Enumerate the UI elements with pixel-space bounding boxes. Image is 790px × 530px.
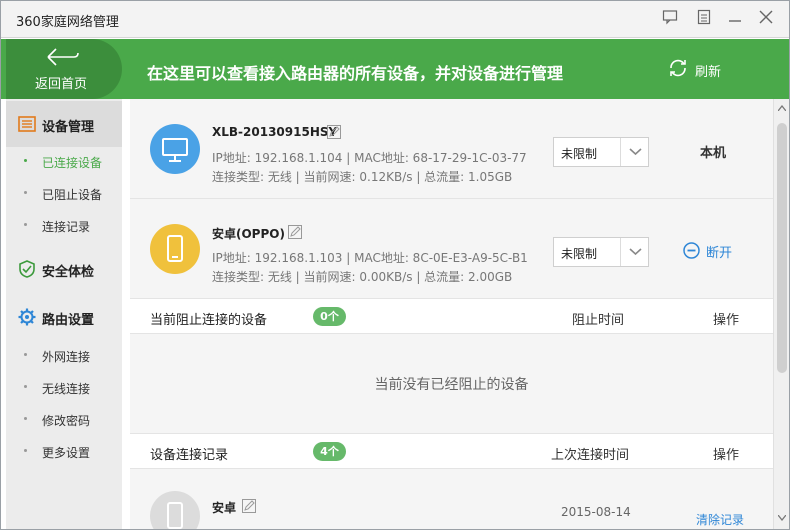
edit-icon[interactable]: [288, 225, 302, 239]
bullet-icon: [24, 223, 27, 226]
refresh-label: 刷新: [695, 65, 722, 80]
scroll-up-icon[interactable]: [778, 105, 786, 111]
device-address: IP地址: 192.168.1.103 | MAC地址: 8C-0E-E3-A9…: [212, 251, 528, 265]
device-address: IP地址: 192.168.1.104 | MAC地址: 68-17-29-1C…: [212, 151, 527, 165]
edit-icon[interactable]: [327, 125, 341, 139]
count-badge: 4个: [313, 442, 346, 461]
count-badge: 0个: [313, 307, 346, 326]
bullet-icon: [24, 353, 27, 356]
chevron-down-icon: [620, 138, 649, 166]
column-header-action: 操作: [713, 313, 740, 328]
home-label: 返回首页: [34, 77, 87, 92]
disconnect-button[interactable]: 断开: [683, 242, 753, 262]
device-connection-info: 连接类型: 无线 | 当前网速: 0.12KB/s | 总流量: 1.05GB: [212, 170, 513, 184]
edit-icon[interactable]: [242, 499, 256, 513]
speed-limit-select[interactable]: 未限制: [553, 237, 649, 267]
section-title: 设备连接记录: [150, 448, 229, 463]
connection-history-header: 设备连接记录 4个 上次连接时间 操作: [130, 434, 773, 469]
bullet-icon: [24, 191, 27, 194]
speed-limit-value: 未限制: [561, 147, 598, 161]
bullet-icon: [24, 385, 27, 388]
device-name: XLB-20130915HSY: [212, 125, 338, 139]
bullet-icon: [24, 417, 27, 420]
device-avatar: [150, 224, 200, 274]
header-bar: 返回首页 在这里可以查看接入路由器的所有设备，并对设备进行管理 刷新: [1, 39, 789, 99]
scroll-down-icon[interactable]: [778, 515, 786, 521]
device-list-panel: XLB-20130915HSY IP地址: 192.168.1.104 | MA…: [130, 99, 773, 529]
header-message: 在这里可以查看接入路由器的所有设备，并对设备进行管理: [147, 64, 564, 83]
phone-icon: [167, 502, 183, 529]
bullet-icon: [24, 159, 27, 162]
sidebar-item-label: 无线连接: [42, 382, 91, 396]
local-device-label: 本机: [700, 146, 727, 161]
device-row: 安卓(OPPO) IP地址: 192.168.1.103 | MAC地址: 8C…: [130, 199, 773, 299]
speed-limit-value: 未限制: [561, 247, 598, 261]
column-header-time: 上次连接时间: [551, 448, 630, 463]
device-name: 安卓(OPPO): [212, 227, 285, 241]
app-window: 360家庭网络管理 返回首页 在这里可以查看接入路由器的所有设备，并对设备进行管…: [0, 0, 790, 530]
sidebar-group-router-settings[interactable]: 路由设置: [6, 294, 122, 340]
menu-icon[interactable]: [694, 9, 714, 29]
column-header-time: 阻止时间: [572, 313, 625, 328]
sidebar-item-password[interactable]: 修改密码: [6, 404, 122, 434]
refresh-button[interactable]: 刷新: [667, 57, 747, 81]
sidebar-item-blocked-devices[interactable]: 已阻止设备: [6, 178, 122, 208]
sidebar-item-label: 外网连接: [42, 350, 91, 364]
device-avatar: [150, 491, 200, 529]
sidebar-item-label: 已连接设备: [42, 156, 103, 170]
sidebar-item-wan[interactable]: 外网连接: [6, 340, 122, 370]
shield-icon: [19, 260, 35, 278]
sidebar-group-label: 安全体检: [42, 265, 95, 280]
back-arrow-icon: [47, 48, 79, 66]
blocked-devices-header: 当前阻止连接的设备 0个 阻止时间 操作: [130, 299, 773, 334]
device-name: 安卓: [212, 501, 237, 515]
device-row: XLB-20130915HSY IP地址: 192.168.1.104 | MA…: [130, 99, 773, 199]
last-connected-date: 2015-08-14: [561, 505, 631, 519]
refresh-icon: [670, 59, 686, 77]
minus-circle-icon: [683, 242, 700, 259]
home-button[interactable]: 返回首页: [6, 39, 122, 99]
sidebar-group-security-check[interactable]: 安全体检: [6, 246, 122, 292]
empty-state-text: 当前没有已经阻止的设备: [374, 377, 529, 393]
close-icon[interactable]: [756, 9, 776, 29]
monitor-icon: [162, 138, 188, 162]
app-title: 360家庭网络管理: [16, 15, 119, 30]
sidebar-item-label: 修改密码: [42, 414, 91, 428]
gear-icon: [18, 308, 36, 326]
title-bar: 360家庭网络管理: [1, 1, 789, 38]
sidebar-item-more-settings[interactable]: 更多设置: [6, 436, 122, 466]
section-title: 当前阻止连接的设备: [150, 313, 268, 328]
bullet-icon: [24, 449, 27, 452]
sidebar-item-connection-log[interactable]: 连接记录: [6, 210, 122, 240]
speed-limit-select[interactable]: 未限制: [553, 137, 649, 167]
device-connection-info: 连接类型: 无线 | 当前网速: 0.00KB/s | 总流量: 2.00GB: [212, 270, 513, 284]
minimize-icon[interactable]: [725, 9, 745, 29]
chevron-down-icon: [620, 238, 649, 266]
blocked-devices-empty: 当前没有已经阻止的设备: [130, 334, 773, 434]
sidebar-item-label: 连接记录: [42, 220, 91, 234]
phone-icon: [167, 235, 183, 262]
device-list-icon: [18, 116, 36, 132]
disconnect-label: 断开: [706, 246, 733, 261]
device-avatar: [150, 124, 200, 174]
sidebar-item-label: 已阻止设备: [42, 188, 103, 202]
column-header-action: 操作: [713, 448, 740, 463]
sidebar-group-device-management[interactable]: 设备管理: [6, 101, 122, 147]
sidebar-group-label: 路由设置: [42, 313, 95, 328]
feedback-icon[interactable]: [660, 9, 680, 29]
vertical-scrollbar[interactable]: [773, 99, 789, 529]
sidebar: 设备管理 已连接设备 已阻止设备 连接记录 安全体检 路由设置 外网连接 无线连…: [6, 99, 122, 529]
sidebar-group-label: 设备管理: [42, 120, 95, 135]
sidebar-item-label: 更多设置: [42, 446, 91, 460]
sidebar-item-wireless[interactable]: 无线连接: [6, 372, 122, 402]
scrollbar-thumb[interactable]: [777, 123, 787, 373]
sidebar-item-connected-devices[interactable]: 已连接设备: [6, 146, 122, 176]
history-row: 安卓 2015-08-14 清除记录: [130, 469, 773, 529]
clear-record-link[interactable]: 清除记录: [696, 511, 744, 528]
